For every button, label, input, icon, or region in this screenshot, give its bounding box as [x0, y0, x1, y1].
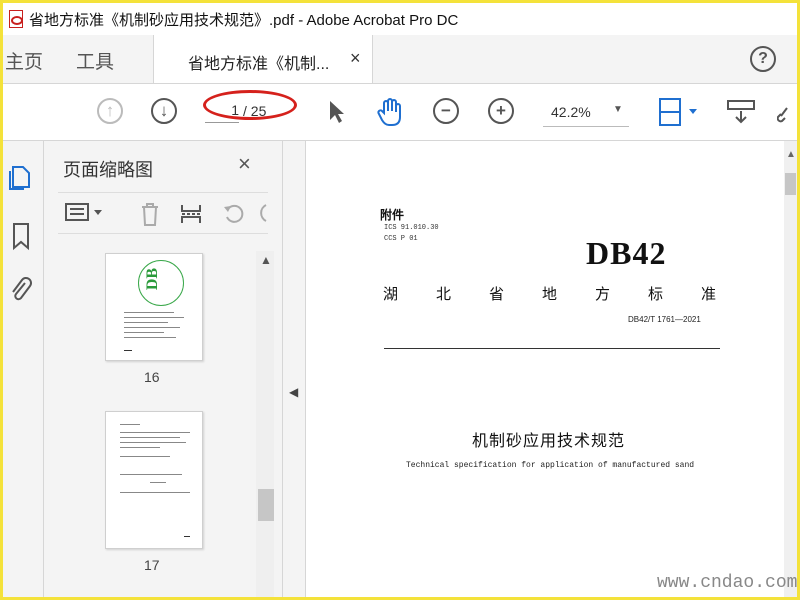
doc-standard-number: DB42/T 1761—2021 — [628, 315, 701, 324]
help-icon[interactable]: ? — [750, 46, 776, 72]
panel-toolbar — [58, 192, 268, 234]
attachments-icon[interactable] — [9, 275, 33, 305]
navigation-rail — [3, 141, 44, 597]
doc-title-en: Technical specification for application … — [406, 461, 695, 470]
zoom-value: 42.2% — [551, 104, 591, 120]
chevron-down-icon: ▼ — [613, 104, 623, 115]
tab-close-icon[interactable]: × — [350, 48, 361, 69]
tab-tools[interactable]: 工具 — [76, 47, 114, 74]
thumbnail-list: DB 16 17 — [44, 245, 256, 597]
doc-standard-code: DB42 — [586, 235, 667, 271]
panel-close-icon[interactable]: × — [238, 151, 251, 177]
insert-page-icon[interactable] — [179, 201, 203, 227]
doc-divider — [384, 348, 720, 349]
doc-title-cn: 机制砂应用技术规范 — [472, 433, 626, 450]
main-toolbar: ↑ ↓ 1 / 25 − + 42.2% ▼ — [3, 84, 797, 141]
thumbnail-number: 17 — [144, 557, 160, 573]
thumbnails-panel: 页面缩略图 × DB 16 17 ▲ — [44, 141, 283, 597]
scroll-up-icon[interactable]: ▲ — [786, 149, 796, 160]
thumbnail-scrollbar[interactable]: ▲ — [256, 251, 274, 597]
panel-splitter[interactable]: ◀ — [283, 141, 306, 597]
options-menu-icon[interactable] — [64, 201, 104, 223]
site-watermark: www.cndao.com — [657, 573, 798, 593]
scrollbar-thumb[interactable] — [258, 489, 274, 521]
acrobat-logo-icon — [7, 10, 23, 28]
next-page-icon[interactable]: ↓ — [151, 98, 177, 124]
fit-page-icon[interactable] — [657, 96, 701, 128]
panel-title: 页面缩略图 — [63, 160, 153, 180]
zoom-select[interactable]: 42.2% ▼ — [543, 98, 629, 127]
collapse-panel-icon[interactable]: ◀ — [289, 385, 298, 399]
doc-annex-label: 附件 — [380, 208, 405, 222]
zoom-out-icon[interactable]: − — [433, 98, 459, 124]
seal-lettering: DB — [144, 267, 162, 291]
rotate-ccw-icon[interactable] — [222, 201, 246, 225]
doc-ics: ICS 91.010.30 — [384, 224, 439, 232]
doc-ccs: CCS P 01 — [384, 235, 418, 243]
zoom-in-icon[interactable]: + — [488, 98, 514, 124]
tab-home[interactable]: 主页 — [5, 47, 43, 74]
scroll-mode-icon[interactable] — [725, 98, 757, 126]
document-page: 附件 ICS 91.010.30 CCS P 01 DB42 湖北省地方标准 D… — [306, 141, 784, 597]
thumbnail-page-17[interactable] — [105, 411, 203, 549]
window-title: 省地方标准《机制砂应用技术规范》.pdf - Adobe Acrobat Pro… — [29, 11, 459, 29]
document-scrollbar[interactable]: ▲ — [784, 141, 797, 597]
select-cursor-icon[interactable] — [327, 99, 347, 125]
rotate-cw-icon[interactable] — [256, 201, 268, 225]
delete-page-icon[interactable] — [138, 201, 162, 227]
link-icon[interactable] — [777, 100, 797, 124]
page-thumbnails-icon[interactable] — [9, 163, 33, 191]
annotation-highlight-ellipse — [203, 90, 297, 120]
tab-document-label: 省地方标准《机制... — [188, 56, 330, 73]
bookmarks-icon[interactable] — [9, 221, 33, 251]
doc-standard-level: 湖北省地方标准 — [383, 286, 755, 303]
thumbnail-number: 16 — [144, 369, 160, 385]
app-window: 省地方标准《机制砂应用技术规范》.pdf - Adobe Acrobat Pro… — [0, 0, 800, 600]
title-bar: 省地方标准《机制砂应用技术规范》.pdf - Adobe Acrobat Pro… — [3, 3, 797, 35]
thumbnail-page-16[interactable]: DB — [105, 253, 203, 361]
tab-document[interactable]: 省地方标准《机制... × — [153, 35, 373, 83]
hand-tool-icon[interactable] — [376, 97, 406, 127]
prev-page-icon[interactable]: ↑ — [97, 98, 123, 124]
tab-bar: 主页 工具 省地方标准《机制... × ? — [3, 35, 797, 84]
scrollbar-thumb[interactable] — [785, 173, 796, 195]
scroll-up-icon[interactable]: ▲ — [260, 253, 272, 267]
